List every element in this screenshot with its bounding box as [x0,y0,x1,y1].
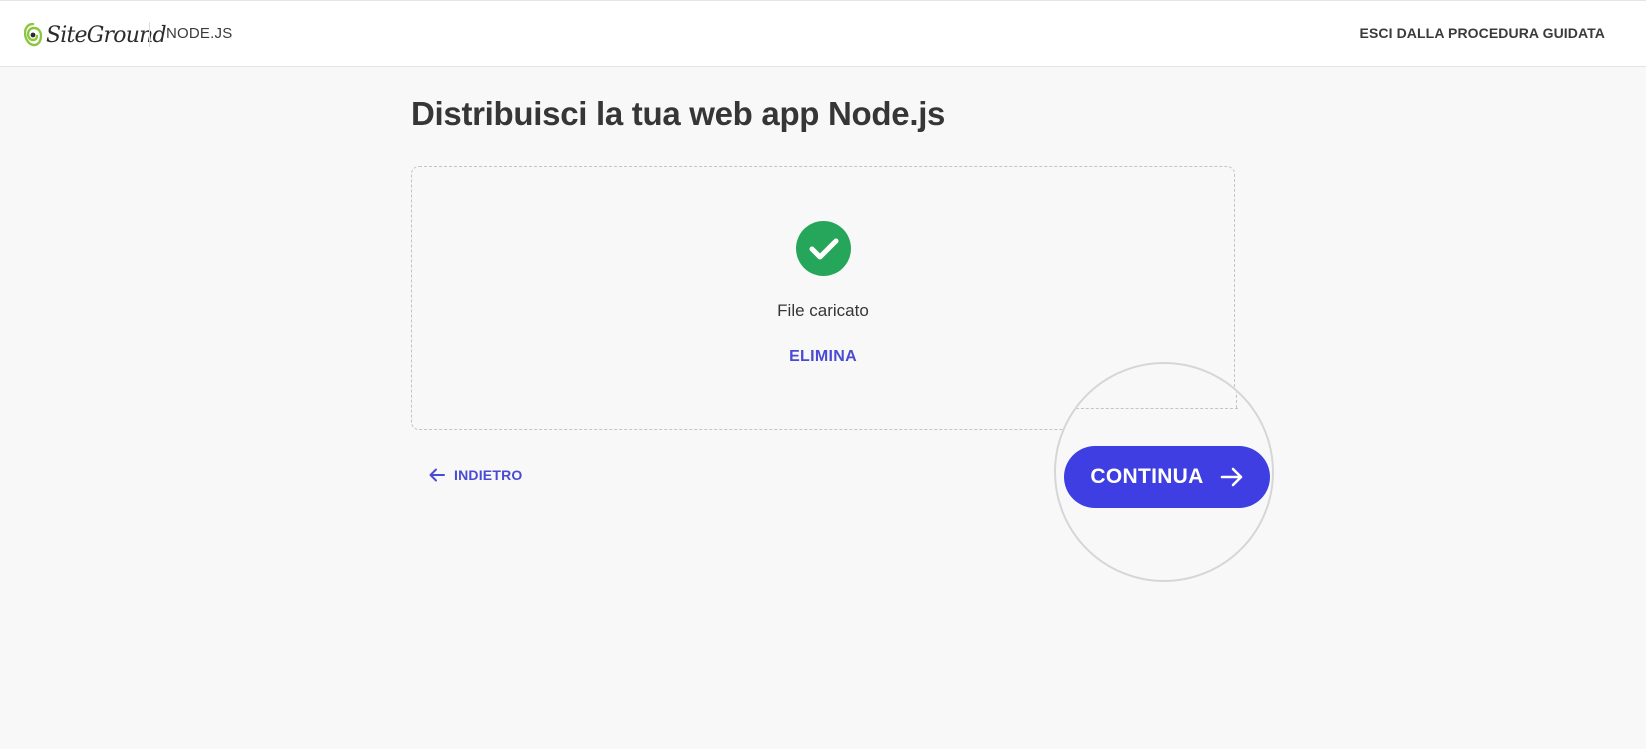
back-link[interactable]: INDIETRO [429,465,523,485]
arrow-left-icon [429,468,445,482]
magnified-card-side [1236,364,1237,408]
continue-button[interactable]: CONTINUA [1064,446,1270,508]
magnified-card-edge [1056,408,1238,409]
arrow-right-icon [1220,467,1242,487]
upload-status-text: File caricato [777,301,869,320]
top-bar: SiteGround NODE.JS ESCI DALLA PROCEDURA … [0,0,1646,67]
continue-label: CONTINUA [1090,465,1204,488]
check-mark [809,238,838,259]
check-circle-icon [796,221,851,276]
back-label: INDIETRO [454,467,523,483]
siteground-logo[interactable]: SiteGround [24,20,167,50]
section-name: NODE.JS [166,25,233,42]
page-title: Distribuisci la tua web app Node.js [411,95,946,132]
siteground-logo-icon [24,23,42,47]
delete-file-link[interactable]: ELIMINA [412,348,1234,366]
logo-text: SiteGround [46,22,167,48]
exit-wizard-link[interactable]: ESCI DALLA PROCEDURA GUIDATA [1360,25,1605,41]
header-divider [149,22,150,47]
